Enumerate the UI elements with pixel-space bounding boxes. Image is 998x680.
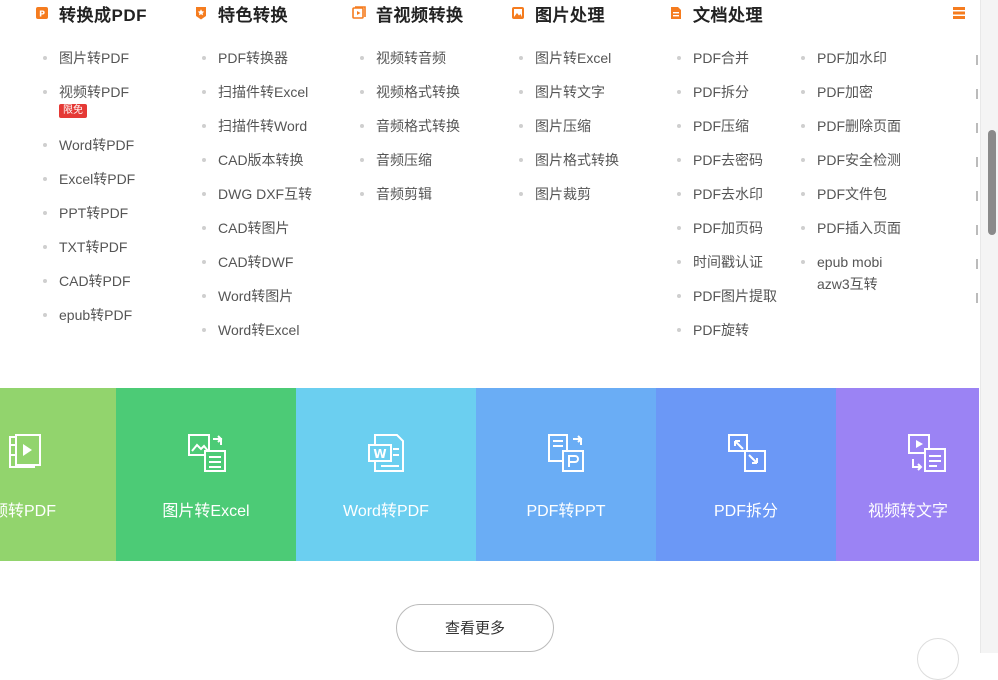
tool-link[interactable]: PDF去密码 (677, 149, 777, 171)
tool-link[interactable]: 扫描件转Excel (202, 81, 312, 103)
tool-link[interactable]: 视频转PDF 限免 (43, 81, 135, 118)
tool-link[interactable]: 图片转PDF (43, 47, 135, 69)
pdf-convert-icon: P (35, 6, 49, 20)
tool-link[interactable]: 图片裁剪 (519, 183, 619, 205)
word-file-icon: W (368, 434, 404, 472)
tool-link[interactable]: PPT转PDF (43, 202, 135, 224)
tile-pdf-split[interactable]: PDF拆分 (656, 388, 836, 561)
video-icon (352, 6, 366, 20)
document-icon (669, 6, 683, 20)
category-header[interactable]: 图片处理 (511, 2, 605, 25)
category-title: 图片处理 (535, 5, 605, 25)
tool-list: PDF转换器 扫描件转Excel 扫描件转Word CAD版本转换 DWG DX… (202, 47, 312, 353)
tile-label: 图片转Excel (162, 503, 250, 520)
tool-list: PDF合并 PDF拆分 PDF压缩 PDF去密码 PDF去水印 PDF加页码 时… (677, 47, 777, 353)
category-header[interactable]: 音视频转换 (352, 2, 464, 25)
tool-list: PDF加水印 PDF加密 PDF删除页面 PDF安全检测 PDF文件包 PDF插… (801, 47, 907, 307)
star-badge-icon (194, 6, 208, 20)
free-badge: 限免 (59, 104, 87, 118)
category-header[interactable]: P 转换成PDF (35, 2, 147, 25)
pdf-split-icon (728, 434, 766, 472)
category-header[interactable]: 文档处理 (669, 2, 763, 25)
tool-link[interactable]: PDF去水印 (677, 183, 777, 205)
tile-label: PDF转PPT (526, 503, 606, 520)
pdf-ppt-icon (548, 434, 584, 472)
image-excel-icon (188, 434, 226, 472)
tool-link[interactable]: 音频压缩 (360, 149, 460, 171)
tile-image-excel[interactable]: 图片转Excel (116, 388, 296, 561)
tool-link[interactable]: Word转图片 (202, 285, 312, 307)
tool-link[interactable]: TXT转PDF (43, 236, 135, 258)
category-title: 文档处理 (693, 5, 763, 25)
tool-link[interactable]: 视频格式转换 (360, 81, 460, 103)
tool-link[interactable]: PDF加页码 (677, 217, 777, 239)
category-column-partial (952, 0, 978, 330)
tile-video-text[interactable]: 视频转文字 (836, 388, 979, 561)
image-icon (511, 6, 525, 20)
tool-link[interactable]: 音频格式转换 (360, 115, 460, 137)
tool-link[interactable]: PDF插入页面 (801, 217, 907, 239)
tile-pdf-ppt[interactable]: PDF转PPT (476, 388, 656, 561)
tool-list: 视频转音频 视频格式转换 音频格式转换 音频压缩 音频剪辑 (360, 47, 460, 217)
tool-link[interactable]: 图片转文字 (519, 81, 619, 103)
tool-link[interactable]: 视频转音频 (360, 47, 460, 69)
partial-list-bullets (976, 55, 978, 303)
category-title: 音视频转换 (376, 5, 464, 25)
tool-link[interactable]: Word转PDF (43, 134, 135, 156)
tool-link[interactable]: 音频剪辑 (360, 183, 460, 205)
tool-list: 图片转PDF 视频转PDF 限免 Word转PDF Excel转PDF PPT转P… (43, 47, 135, 338)
tool-link[interactable]: DWG DXF互转 (202, 183, 312, 205)
video-pdf-icon (9, 434, 41, 468)
tool-link[interactable]: 图片压缩 (519, 115, 619, 137)
tool-link[interactable]: PDF压缩 (677, 115, 777, 137)
tool-list: 图片转Excel 图片转文字 图片压缩 图片格式转换 图片裁剪 (519, 47, 619, 217)
tool-link[interactable]: 时间戳认证 (677, 251, 777, 273)
tile-video-pdf[interactable]: 视频转PDF (0, 388, 116, 561)
tool-link[interactable]: CAD转PDF (43, 270, 135, 292)
category-title: 特色转换 (218, 5, 288, 25)
tool-link[interactable]: Word转Excel (202, 319, 312, 341)
tool-link[interactable]: PDF旋转 (677, 319, 777, 341)
tool-link[interactable]: PDF删除页面 (801, 115, 907, 137)
scrollbar[interactable] (980, 0, 998, 653)
tool-link[interactable]: CAD版本转换 (202, 149, 312, 171)
video-text-icon (908, 434, 946, 472)
tool-link[interactable]: PDF安全检测 (801, 149, 907, 171)
tool-link[interactable]: Excel转PDF (43, 168, 135, 190)
category-header[interactable]: 特色转换 (194, 2, 288, 25)
svg-text:W: W (373, 447, 386, 461)
tool-link[interactable]: CAD转DWF (202, 251, 312, 273)
tool-link[interactable]: 图片格式转换 (519, 149, 619, 171)
view-more-button[interactable]: 查看更多 (396, 604, 554, 652)
tool-link[interactable]: PDF图片提取 (677, 285, 777, 307)
tile-label: 视频转文字 (867, 503, 948, 520)
tool-link[interactable]: 扫描件转Word (202, 115, 312, 137)
tool-link[interactable]: epub转PDF (43, 304, 135, 326)
tool-link[interactable]: CAD转图片 (202, 217, 312, 239)
tool-link[interactable]: epub mobi azw3互转 (801, 251, 907, 295)
tile-label: Word转PDF (343, 503, 429, 520)
feature-tiles: 视频转PDF 图片转Excel W Word转PDF PDF转PPT PDF拆分… (0, 388, 979, 561)
tool-link[interactable]: PDF加密 (801, 81, 907, 103)
scrollbar-thumb[interactable] (988, 130, 996, 235)
back-to-top-button[interactable] (917, 638, 959, 680)
tile-word-pdf[interactable]: W Word转PDF (296, 388, 476, 561)
tile-label: PDF拆分 (713, 503, 778, 520)
tool-link[interactable]: 图片转Excel (519, 47, 619, 69)
tool-link[interactable]: PDF加水印 (801, 47, 907, 69)
tool-link[interactable]: PDF合并 (677, 47, 777, 69)
tool-link-label: 视频转PDF (59, 84, 129, 100)
category-title: 转换成PDF (59, 5, 147, 25)
tool-link[interactable]: PDF拆分 (677, 81, 777, 103)
svg-text:P: P (39, 10, 45, 19)
tile-label: 视频转PDF (0, 503, 56, 520)
tool-link[interactable]: PDF文件包 (801, 183, 907, 205)
list-icon (952, 6, 966, 20)
tool-link[interactable]: PDF转换器 (202, 47, 312, 69)
